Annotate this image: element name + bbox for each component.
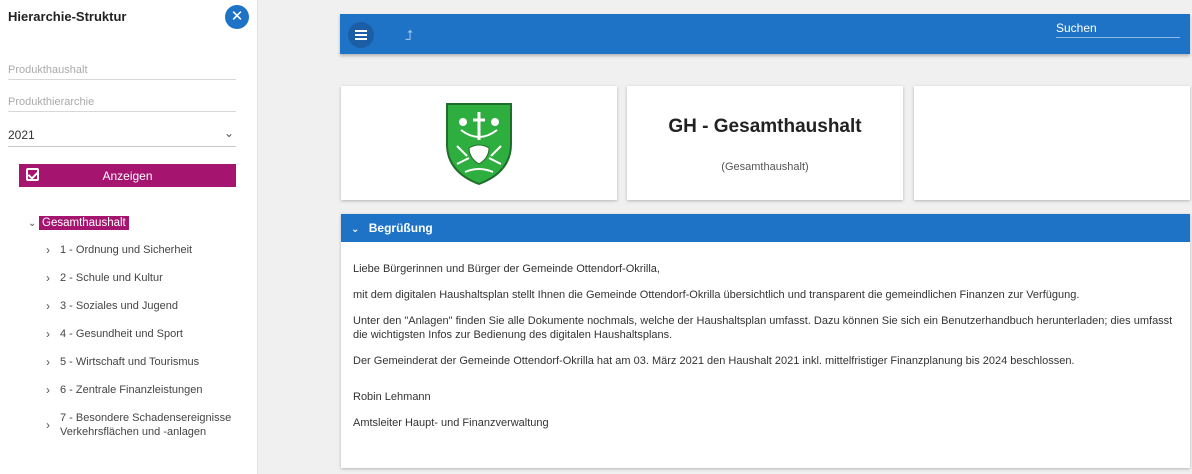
welcome-paragraph: mit dem digitalen Haushaltsplan stellt I… <box>353 289 1080 301</box>
chevron-down-icon: ⌄ <box>223 126 234 140</box>
tree-item[interactable]: › 2 - Schule und Kultur <box>28 271 253 299</box>
show-button-label: Anzeigen <box>102 169 153 183</box>
sidebar-title: Hierarchie-Struktur <box>8 9 127 24</box>
welcome-body: Liebe Bürgerinnen und Bürger der Gemeind… <box>353 262 1183 442</box>
top-toolbar: ⮥ Suchen <box>340 14 1190 54</box>
search-input[interactable]: Suchen <box>1056 21 1180 38</box>
tree-root-label: Gesamthaushalt <box>39 216 129 230</box>
tree-root-gesamthaushalt[interactable]: ⌄ Gesamthaushalt <box>28 214 253 232</box>
tree-item[interactable]: › 1 - Ordnung und Sicherheit <box>28 243 253 271</box>
crest-card <box>341 86 617 200</box>
produkthierarchie-field[interactable]: Produkthierarchie <box>8 96 236 112</box>
signature-name: Robin Lehmann <box>353 391 431 403</box>
tree-item-label: 6 - Zentrale Finanzleistungen <box>60 384 203 396</box>
tree-item-label-line2: Verkehrsflächen und -anlagen <box>60 426 207 438</box>
tree-item-label: 3 - Soziales und Jugend <box>60 300 179 312</box>
welcome-paragraph: Der Gemeinderat der Gemeinde Ottendorf-O… <box>353 355 1075 367</box>
hamburger-menu-icon[interactable] <box>348 22 374 48</box>
tree-item-label: 5 - Wirtschaft und Tourismus <box>60 356 200 368</box>
signature-role: Amtsleiter Haupt- und Finanzverwaltung <box>353 417 549 429</box>
chevron-right-icon: › <box>46 271 50 285</box>
show-button[interactable]: Anzeigen <box>19 164 236 187</box>
empty-card <box>914 86 1190 200</box>
tree-item-label: 1 - Ordnung und Sicherheit <box>60 244 193 256</box>
tree-item[interactable]: › 7 - Besondere Schadensereignisse Verke… <box>28 411 253 439</box>
welcome-paragraph: Liebe Bürgerinnen und Bürger der Gemeind… <box>353 263 660 275</box>
welcome-panel-header[interactable]: ⌄ Begrüßung <box>341 214 1190 242</box>
coat-of-arms-logo <box>446 103 512 186</box>
tree-item[interactable]: › 6 - Zentrale Finanzleistungen <box>28 383 253 411</box>
chevron-right-icon: › <box>46 243 50 257</box>
page-title: GH - Gesamthaushalt <box>668 116 862 137</box>
produkthaushalt-field[interactable]: Produkthaushalt <box>8 64 236 80</box>
page-subtitle: (Gesamthaushalt) <box>721 161 809 173</box>
year-select-value: 2021 <box>8 128 35 142</box>
title-card: GH - Gesamthaushalt (Gesamthaushalt) <box>627 86 903 200</box>
welcome-paragraph: Unter den "Anlagen" finden Sie alle Doku… <box>353 315 1173 341</box>
welcome-panel: ⌄ Begrüßung Liebe Bürgerinnen und Bürger… <box>341 214 1190 468</box>
chevron-right-icon: › <box>46 327 50 341</box>
chevron-right-icon: › <box>46 383 50 397</box>
arrow-up-icon[interactable]: ⮥ <box>396 23 422 49</box>
chevron-right-icon: › <box>46 355 50 369</box>
tree-item[interactable]: › 3 - Soziales und Jugend <box>28 299 253 327</box>
tree-item[interactable]: › 5 - Wirtschaft und Tourismus <box>28 355 253 383</box>
chevron-right-icon: › <box>46 418 50 432</box>
chevron-down-icon: ⌄ <box>351 224 360 235</box>
welcome-heading: Begrüßung <box>368 221 433 235</box>
tree-item[interactable]: › 4 - Gesundheit und Sport <box>28 327 253 355</box>
tree-item-label-line1: 7 - Besondere Schadensereignisse <box>60 412 232 424</box>
close-icon[interactable]: ✕ <box>225 5 249 29</box>
hierarchy-tree: ⌄ Gesamthaushalt › 1 - Ordnung und Siche… <box>28 214 253 439</box>
chevron-right-icon: › <box>46 299 50 313</box>
tree-item-label: 2 - Schule und Kultur <box>60 272 163 284</box>
tree-item-label: 4 - Gesundheit und Sport <box>60 328 183 340</box>
year-select[interactable]: 2021 ⌄ <box>8 126 236 147</box>
chevron-down-icon: ⌄ <box>28 217 37 229</box>
search-placeholder: Suchen <box>1056 21 1097 35</box>
hierarchy-sidebar: Hierarchie-Struktur ✕ Produkthaushalt Pr… <box>0 0 258 474</box>
